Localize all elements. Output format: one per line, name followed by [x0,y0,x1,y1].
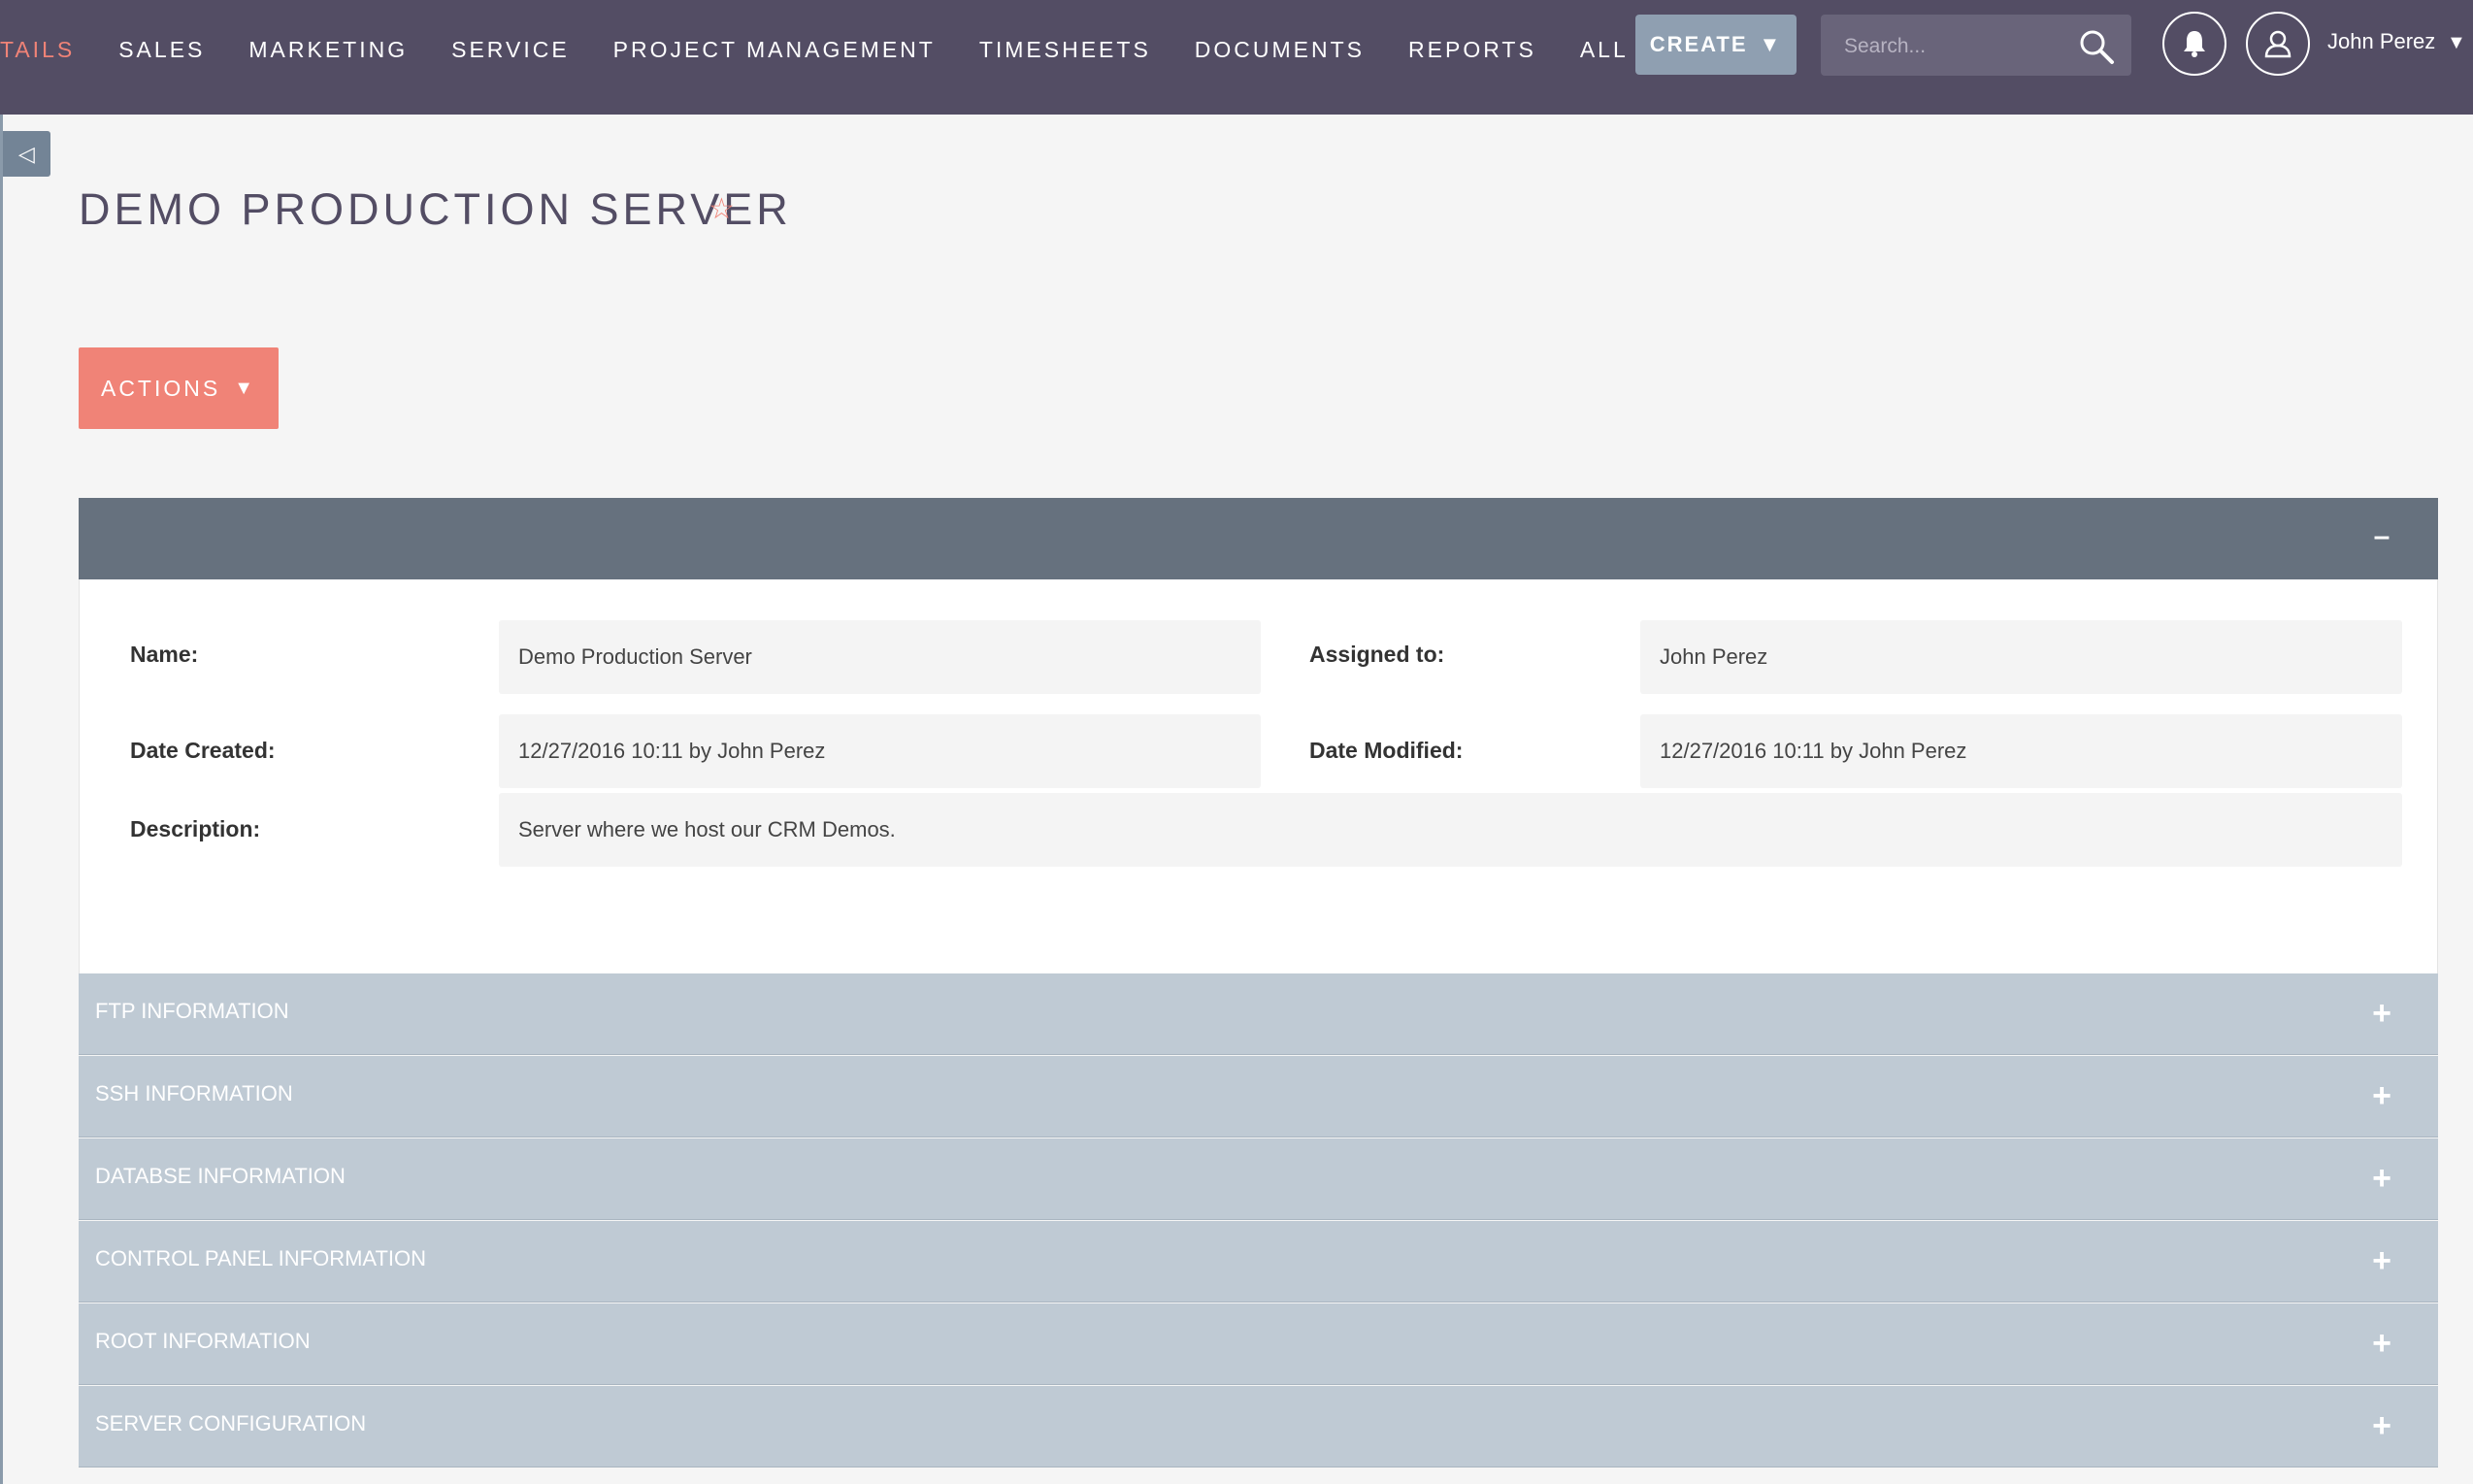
overview-panel-body: Name: Demo Production Server Assigned to… [79,579,2438,973]
search-input[interactable] [1842,15,2060,78]
notifications-button[interactable] [2162,12,2226,76]
nav-item-project-management[interactable]: PROJECT MANAGEMENT [613,37,936,63]
assigned-to-value[interactable]: John Perez [1640,620,2402,694]
search-icon[interactable] [2077,27,2116,66]
main-menu: TAILS SALES MARKETING SERVICE PROJECT MA… [0,0,1672,99]
panel-title: FTP INFORMATION [95,999,289,1023]
expand-icon[interactable]: + [2372,1079,2391,1112]
nav-item-details[interactable]: TAILS [0,37,75,63]
sidebar-edge [0,115,3,1484]
create-button[interactable]: CREATE ▼ [1635,15,1797,75]
global-search [1821,15,2131,78]
overview-panel-header[interactable]: – [79,498,2438,579]
star-icon[interactable]: ☆ [709,192,735,226]
expand-icon[interactable]: + [2372,1409,2391,1442]
expand-icon[interactable]: + [2372,1327,2391,1360]
ftp-information-panel[interactable]: FTP INFORMATION + [79,973,2438,1055]
panel-title: DATABSE INFORMATION [95,1164,346,1188]
nav-item-reports[interactable]: REPORTS [1408,37,1536,63]
nav-item-sales[interactable]: SALES [118,37,205,63]
nav-item-all[interactable]: ALL [1580,37,1629,63]
triangle-left-icon: ◁ [18,141,35,166]
collapse-icon[interactable]: – [2372,522,2391,551]
actions-button[interactable]: ACTIONS ▼ [79,347,279,429]
nav-item-marketing[interactable]: MARKETING [248,37,408,63]
date-created-value: 12/27/2016 10:11 by John Perez [499,714,1261,788]
nav-item-documents[interactable]: DOCUMENTS [1195,37,1365,63]
panel-title: CONTROL PANEL INFORMATION [95,1246,427,1270]
nav-item-timesheets[interactable]: TIMESHEETS [979,37,1151,63]
panel-title: SERVER CONFIGURATION [95,1411,367,1435]
date-modified-value: 12/27/2016 10:11 by John Perez [1640,714,2402,788]
description-label: Description: [130,816,261,841]
server-configuration-panel[interactable]: SERVER CONFIGURATION + [79,1386,2438,1468]
user-avatar-button[interactable] [2246,12,2310,76]
expand-icon[interactable]: + [2372,1244,2391,1277]
name-label: Name: [130,642,199,667]
database-information-panel[interactable]: DATABSE INFORMATION + [79,1138,2438,1220]
date-created-label: Date Created: [130,738,276,763]
sidebar-toggle-button[interactable]: ◁ [3,131,50,177]
page-title: DEMO PRODUCTION SERVER [79,184,792,234]
user-menu-caret-icon[interactable]: ▼ [2447,32,2466,54]
expand-icon[interactable]: + [2372,1162,2391,1195]
nav-item-service[interactable]: SERVICE [451,37,570,63]
expand-icon[interactable]: + [2372,997,2391,1030]
caret-down-icon: ▼ [1759,32,1783,56]
date-modified-label: Date Modified: [1309,738,1464,763]
actions-label: ACTIONS [100,375,221,401]
create-label: CREATE [1649,32,1748,56]
top-navigation-bar: TAILS SALES MARKETING SERVICE PROJECT MA… [0,0,2473,115]
ssh-information-panel[interactable]: SSH INFORMATION + [79,1056,2438,1138]
description-value[interactable]: Server where we host our CRM Demos. [499,793,2402,867]
user-name[interactable]: John Perez [2327,29,2435,54]
assigned-to-label: Assigned to: [1309,642,1445,667]
panel-title: SSH INFORMATION [95,1081,293,1105]
bell-icon [2184,31,2205,57]
control-panel-information-panel[interactable]: CONTROL PANEL INFORMATION + [79,1221,2438,1303]
caret-down-icon: ▼ [234,377,257,399]
name-value[interactable]: Demo Production Server [499,620,1261,694]
panel-title: ROOT INFORMATION [95,1329,311,1353]
user-icon [2264,30,2292,58]
root-information-panel[interactable]: ROOT INFORMATION + [79,1303,2438,1385]
